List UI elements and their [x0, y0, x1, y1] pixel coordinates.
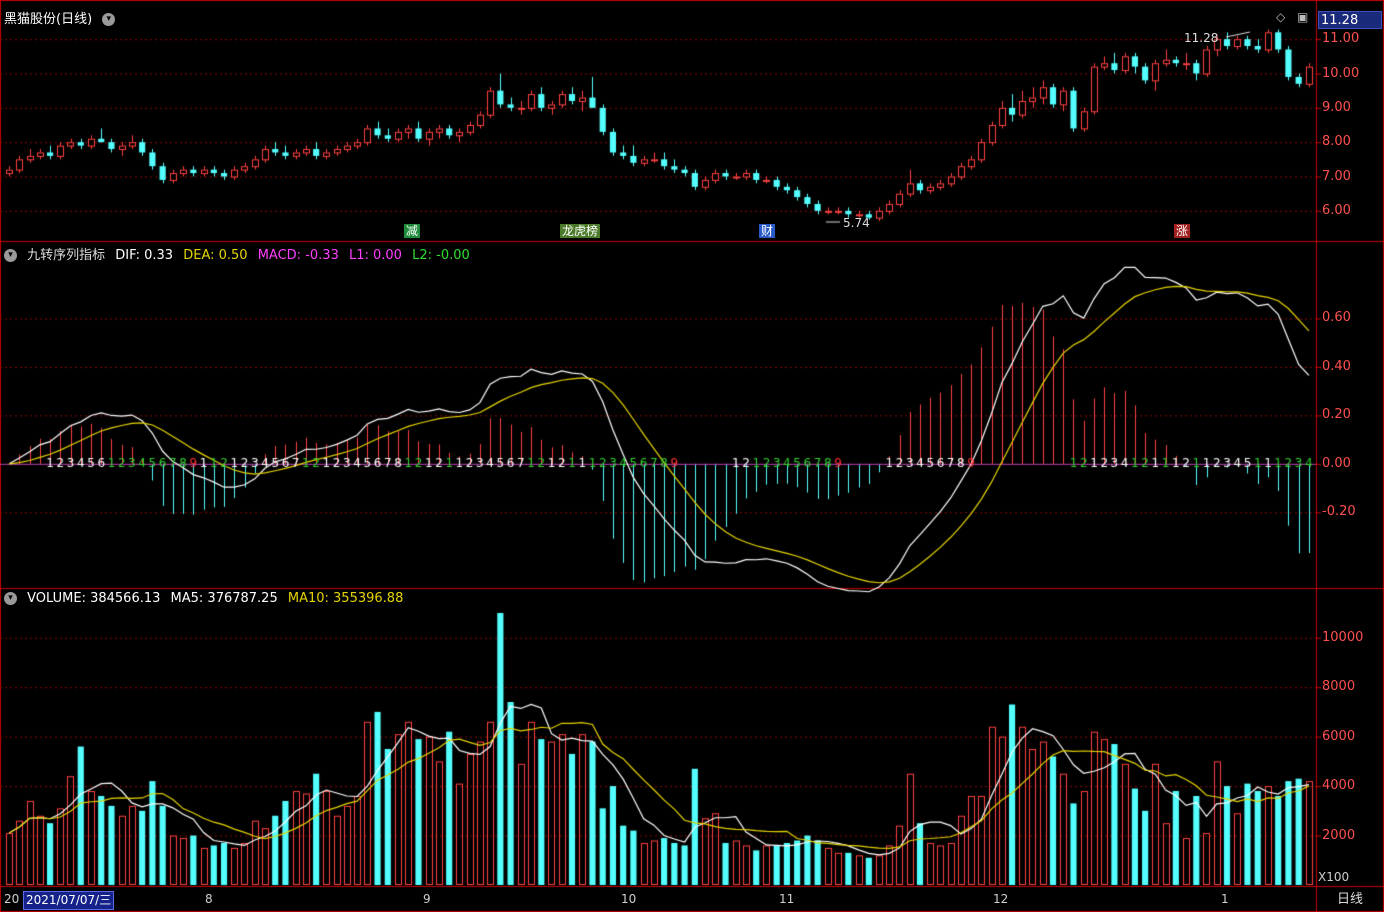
- diamond-icon[interactable]: ◇: [1276, 10, 1285, 24]
- l2-value: L2: -0.00: [412, 248, 470, 263]
- ma5-value: MA5: 376787.25: [170, 591, 278, 606]
- axis-tick-label: 10000: [1322, 629, 1364, 645]
- volume-panel-header: ▾ VOLUME: 384566.13 MA5: 376787.25 MA10:…: [4, 591, 409, 606]
- period-button[interactable]: 日线: [1318, 890, 1382, 910]
- axis-tick-label: 0.00: [1322, 455, 1351, 471]
- axis-tick-label: 2000: [1322, 827, 1356, 843]
- event-tag-reduce[interactable]: 减: [404, 224, 421, 238]
- axis-tick-label: 11.00: [1322, 31, 1360, 47]
- volume-value: VOLUME: 384566.13: [27, 591, 161, 606]
- chevron-down-icon[interactable]: ▾: [4, 249, 17, 262]
- x-axis-month: 12: [993, 892, 1009, 906]
- indicator-name: 九转序列指标: [27, 248, 106, 263]
- x-axis-month: 8: [205, 892, 213, 906]
- macd-value: MACD: -0.33: [257, 248, 339, 263]
- axis-tick-label: 0.20: [1322, 407, 1351, 423]
- event-tag-finance[interactable]: 财: [759, 224, 776, 238]
- axis-tick-label: 0.60: [1322, 310, 1351, 326]
- stock-title: 黑猫股份(日线): [4, 12, 93, 27]
- axis-tick-label: 0.40: [1322, 358, 1351, 374]
- l1-value: L1: 0.00: [348, 248, 402, 263]
- price-panel-header: 黑猫股份(日线) ▾: [4, 8, 121, 27]
- dea-value: DEA: 0.50: [183, 248, 248, 263]
- ma10-value: MA10: 355396.88: [287, 591, 404, 606]
- chevron-down-icon[interactable]: ▾: [4, 592, 17, 605]
- axis-tick-label: -0.20: [1322, 504, 1356, 520]
- stock-chart-canvas[interactable]: [0, 0, 1384, 912]
- macd-panel-header: ▾ 九转序列指标 DIF: 0.33 DEA: 0.50 MACD: -0.33…: [4, 244, 476, 263]
- axis-tick-label: 7.00: [1322, 168, 1351, 184]
- axis-tick-label: 9.00: [1322, 99, 1351, 115]
- current-price-tag: 11.28: [1318, 11, 1382, 29]
- axis-tick-label: 8.00: [1322, 134, 1351, 150]
- axis-tick-label: 4000: [1322, 778, 1356, 794]
- chevron-down-icon[interactable]: ▾: [102, 13, 116, 26]
- x-axis-month: 9: [423, 892, 431, 906]
- x-axis-month: 1: [1221, 892, 1229, 906]
- volume-unit: X100: [1318, 870, 1350, 884]
- axis-tick-label: 8000: [1322, 679, 1356, 695]
- axis-tick-label: 6.00: [1322, 202, 1351, 218]
- axis-tick-label: 10.00: [1322, 65, 1360, 81]
- dif-value: DIF: 0.33: [115, 248, 174, 263]
- x-axis-year-fragment: 20: [4, 892, 20, 906]
- event-tag-dragon-tiger[interactable]: 龙虎榜: [560, 224, 601, 238]
- high-price-label: 11.28: [1184, 31, 1219, 45]
- axis-tick-label: 6000: [1322, 728, 1356, 744]
- event-tag-rise[interactable]: 涨: [1174, 224, 1191, 238]
- window-icon[interactable]: ▣: [1297, 10, 1308, 24]
- cursor-date: 2021/07/07/三: [23, 891, 115, 910]
- low-price-label: 5.74: [843, 216, 870, 230]
- x-axis-month: 10: [621, 892, 637, 906]
- x-axis-month: 11: [779, 892, 795, 906]
